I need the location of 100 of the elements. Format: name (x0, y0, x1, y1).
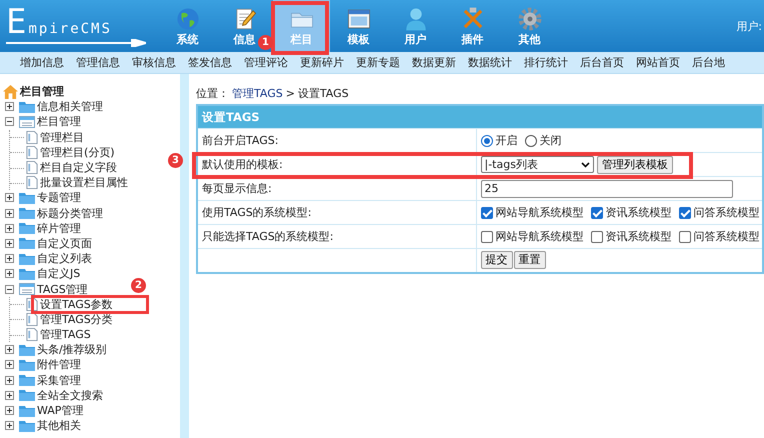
menu-link[interactable]: 数据统计 (468, 55, 512, 70)
menu-link[interactable]: 数据更新 (412, 55, 456, 70)
menu-link[interactable]: 管理评论 (244, 55, 288, 70)
menu-link[interactable]: 签发信息 (188, 55, 232, 70)
menu-link[interactable]: 管理信息 (76, 55, 120, 70)
tree-item[interactable]: 头条/推荐级别 (37, 343, 107, 356)
field-label: 使用TAGS的系统模型: (202, 206, 312, 219)
template-select[interactable]: |-tags列表 (480, 156, 594, 173)
chevron-down-icon (580, 162, 590, 168)
tree-item[interactable]: 管理TAGS分类 (40, 312, 113, 326)
tree-item[interactable]: TAGS管理 (37, 282, 88, 296)
nav-tab[interactable]: 插件 (460, 0, 486, 52)
page-icon (26, 130, 38, 144)
tree-item[interactable]: 自定义JS (37, 267, 80, 280)
nav-tab[interactable]: 其他 (516, 0, 542, 52)
tree-item[interactable]: 管理TAGS (40, 328, 91, 342)
logo: EmpireCMS (6, 5, 112, 39)
tree-item[interactable]: 其他相关 (37, 419, 81, 432)
expand-icon[interactable] (5, 102, 14, 112)
expand-icon[interactable] (5, 360, 14, 370)
expand-icon[interactable] (5, 376, 14, 385)
collapse-icon[interactable] (5, 117, 14, 126)
page-icon (26, 312, 38, 326)
tree-item[interactable]: 自定义页面 (37, 236, 92, 250)
tree-item[interactable]: 自定义列表 (37, 252, 92, 266)
field-label: 默认使用的模板: (202, 158, 283, 171)
tree-item[interactable]: 附件管理 (37, 358, 81, 372)
expand-icon[interactable] (5, 345, 14, 354)
checkbox[interactable] (590, 206, 602, 219)
expand-icon[interactable] (5, 238, 14, 248)
expand-icon[interactable] (5, 406, 14, 416)
collapse-icon[interactable] (5, 284, 14, 294)
page-icon (26, 328, 38, 342)
nav-tab[interactable]: 系统 (174, 0, 200, 52)
checkbox[interactable] (590, 230, 602, 243)
step-badge: 3 (168, 153, 183, 168)
checkbox-label: 网站导航系统模型 (496, 230, 584, 244)
checkbox[interactable] (678, 230, 690, 243)
folder-icon (19, 374, 35, 386)
expand-icon[interactable] (5, 193, 14, 202)
panel-title: 设置TAGS (197, 105, 763, 128)
folder-icon (19, 358, 35, 371)
expand-icon[interactable] (5, 224, 14, 233)
breadcrumb-link[interactable]: 管理TAGS (232, 86, 283, 100)
checkbox[interactable] (678, 206, 690, 219)
tree-item[interactable]: 批量设置栏目属性 (40, 176, 128, 190)
tree-item[interactable]: 信息相关管理 (37, 100, 103, 114)
checkbox[interactable] (480, 230, 492, 243)
checkbox-label: 网站导航系统模型 (496, 206, 584, 220)
menu-link[interactable]: 排行统计 (524, 55, 568, 70)
tree-item[interactable]: 管理栏目 (40, 130, 84, 144)
menu-link[interactable]: 增加信息 (20, 55, 64, 70)
gear-icon (516, 6, 542, 32)
nav-tab[interactable]: 信息 (232, 0, 258, 52)
tree-item[interactable]: 采集管理 (37, 374, 81, 387)
input-field[interactable]: 25 (480, 180, 732, 198)
manage-templates-button[interactable]: 管理列表模板 (597, 156, 673, 174)
radio-button[interactable] (480, 134, 492, 147)
checkbox[interactable] (480, 206, 492, 219)
globe-icon (174, 6, 200, 32)
tree-item[interactable]: 全站全文搜索 (37, 388, 103, 402)
form-button[interactable]: 提交 (480, 251, 512, 270)
expand-icon[interactable] (5, 421, 14, 430)
folder-icon (19, 389, 35, 402)
home-icon (3, 84, 18, 99)
tree-item[interactable]: 管理栏目(分页) (40, 146, 115, 159)
menu-link[interactable]: 后台首页 (580, 55, 624, 70)
menu-link[interactable]: 网站首页 (636, 55, 680, 70)
form-button[interactable]: 重置 (514, 251, 546, 270)
tree-item[interactable]: 专题管理 (37, 191, 81, 204)
menu-link[interactable]: 后台地 (692, 55, 725, 70)
folder-icon (19, 222, 35, 234)
folder-icon (19, 252, 35, 265)
folder-icon (19, 100, 35, 113)
field-label: 前台开启TAGS: (202, 134, 278, 147)
expand-icon[interactable] (5, 390, 14, 400)
nav-tab[interactable]: 用户 (402, 0, 428, 52)
list-folder-icon (19, 116, 35, 128)
expand-icon[interactable] (5, 254, 14, 264)
menu-link[interactable]: 更新碎片 (300, 55, 344, 70)
menu-link[interactable]: 更新专题 (356, 55, 400, 70)
radio-button[interactable] (524, 134, 536, 147)
field-label: 只能选择TAGS的系统模型: (202, 230, 334, 243)
page-icon (26, 161, 38, 174)
user-label: 用户: (736, 18, 763, 34)
step-badge: 2 (131, 278, 146, 293)
radio-label: 关闭 (540, 134, 562, 148)
tree-item[interactable]: 标题分类管理 (37, 206, 103, 220)
tree-item[interactable]: 碎片管理 (37, 222, 81, 235)
nav-tab[interactable]: 模板 (346, 0, 372, 52)
tree-item[interactable]: 栏目管理 (37, 115, 81, 128)
tree-title: 栏目管理 (20, 85, 64, 98)
tree-item[interactable]: 设置TAGS参数 (40, 298, 113, 311)
expand-icon[interactable] (5, 269, 14, 278)
breadcrumb-current: 设置TAGS (298, 86, 349, 100)
menu-link[interactable]: 审核信息 (132, 55, 176, 70)
expand-icon[interactable] (5, 208, 14, 218)
tree-item[interactable]: 栏目自定义字段 (40, 161, 117, 174)
folder-icon (19, 192, 35, 204)
tree-item[interactable]: WAP管理 (37, 404, 84, 418)
